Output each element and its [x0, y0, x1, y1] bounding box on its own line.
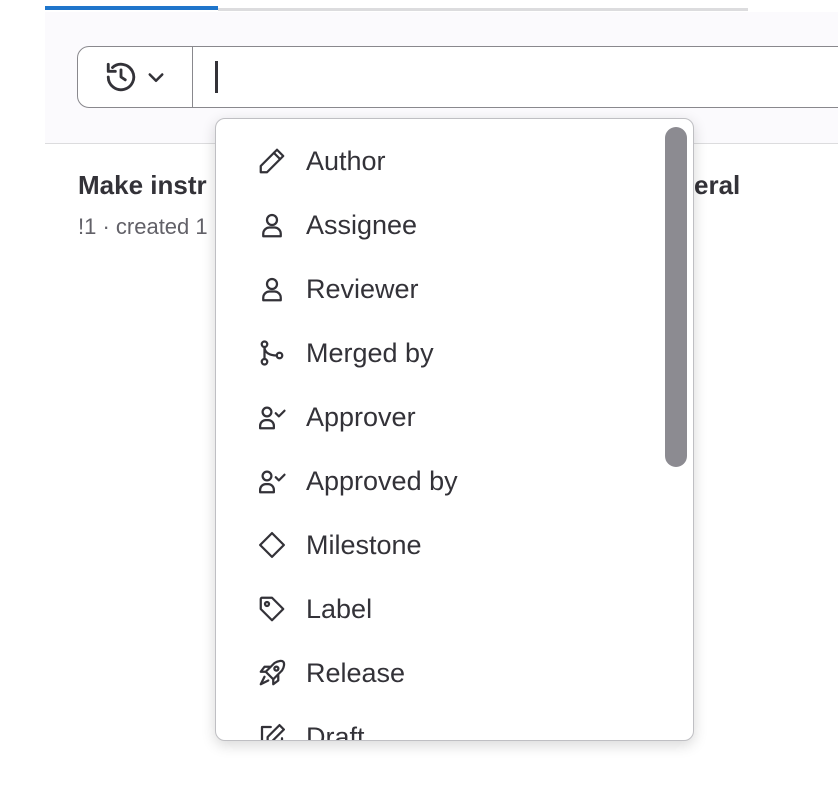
- dropdown-item-label: Approver: [306, 401, 416, 432]
- dropdown-item-label: Approved by: [306, 465, 458, 496]
- filtered-search-bar: [77, 46, 838, 109]
- dropdown-item-approver[interactable]: Approver: [216, 385, 693, 449]
- dropdown-item-label: Author: [306, 145, 386, 176]
- dropdown-item-label-text: Label: [306, 593, 373, 624]
- token-list: Author Assignee Reviewer Merged by Appro…: [216, 129, 693, 741]
- dropdown-item-approved-by[interactable]: Approved by: [216, 449, 693, 513]
- text-cursor: [215, 61, 218, 93]
- dropdown-scrollbar[interactable]: [665, 127, 687, 467]
- dropdown-item-merged-by[interactable]: Merged by: [216, 321, 693, 385]
- chevron-down-icon: [146, 67, 166, 87]
- user-icon: [256, 209, 288, 241]
- merge-request-meta: !1 · created 1: [78, 214, 208, 239]
- dropdown-item-assignee[interactable]: Assignee: [216, 193, 693, 257]
- dropdown-item-label: Merged by: [306, 337, 434, 368]
- dropdown-item-label[interactable]: Label: [216, 577, 693, 641]
- merge-icon: [256, 337, 288, 369]
- filter-token-dropdown: Author Assignee Reviewer Merged by Appro…: [215, 118, 694, 741]
- search-input[interactable]: [194, 47, 838, 109]
- merge-request-title-end[interactable]: eral: [694, 170, 740, 201]
- tab-divider: [218, 8, 748, 11]
- draft-icon: [256, 721, 288, 740]
- dropdown-item-label: Draft: [306, 721, 365, 741]
- dropdown-item-reviewer[interactable]: Reviewer: [216, 257, 693, 321]
- history-icon: [104, 60, 138, 94]
- tab-strip: [45, 0, 838, 12]
- approval-user-icon: [256, 401, 288, 433]
- dropdown-item-author[interactable]: Author: [216, 129, 693, 193]
- dropdown-item-label: Milestone: [306, 529, 422, 560]
- label-icon: [256, 593, 288, 625]
- milestone-icon: [256, 529, 288, 561]
- dropdown-item-release[interactable]: Release: [216, 641, 693, 705]
- dropdown-item-label: Release: [306, 657, 406, 688]
- active-tab-indicator: [45, 6, 218, 10]
- dropdown-item-label: Reviewer: [306, 273, 419, 304]
- pencil-icon: [256, 145, 288, 177]
- merge-request-title[interactable]: Make instr: [78, 170, 207, 201]
- dropdown-item-milestone[interactable]: Milestone: [216, 513, 693, 577]
- dropdown-item-label: Assignee: [306, 209, 418, 240]
- dropdown-item-draft[interactable]: Draft: [216, 705, 693, 741]
- recent-searches-button[interactable]: [78, 47, 193, 107]
- user-icon: [256, 273, 288, 305]
- rocket-icon: [256, 657, 288, 689]
- approval-user-icon: [256, 465, 288, 497]
